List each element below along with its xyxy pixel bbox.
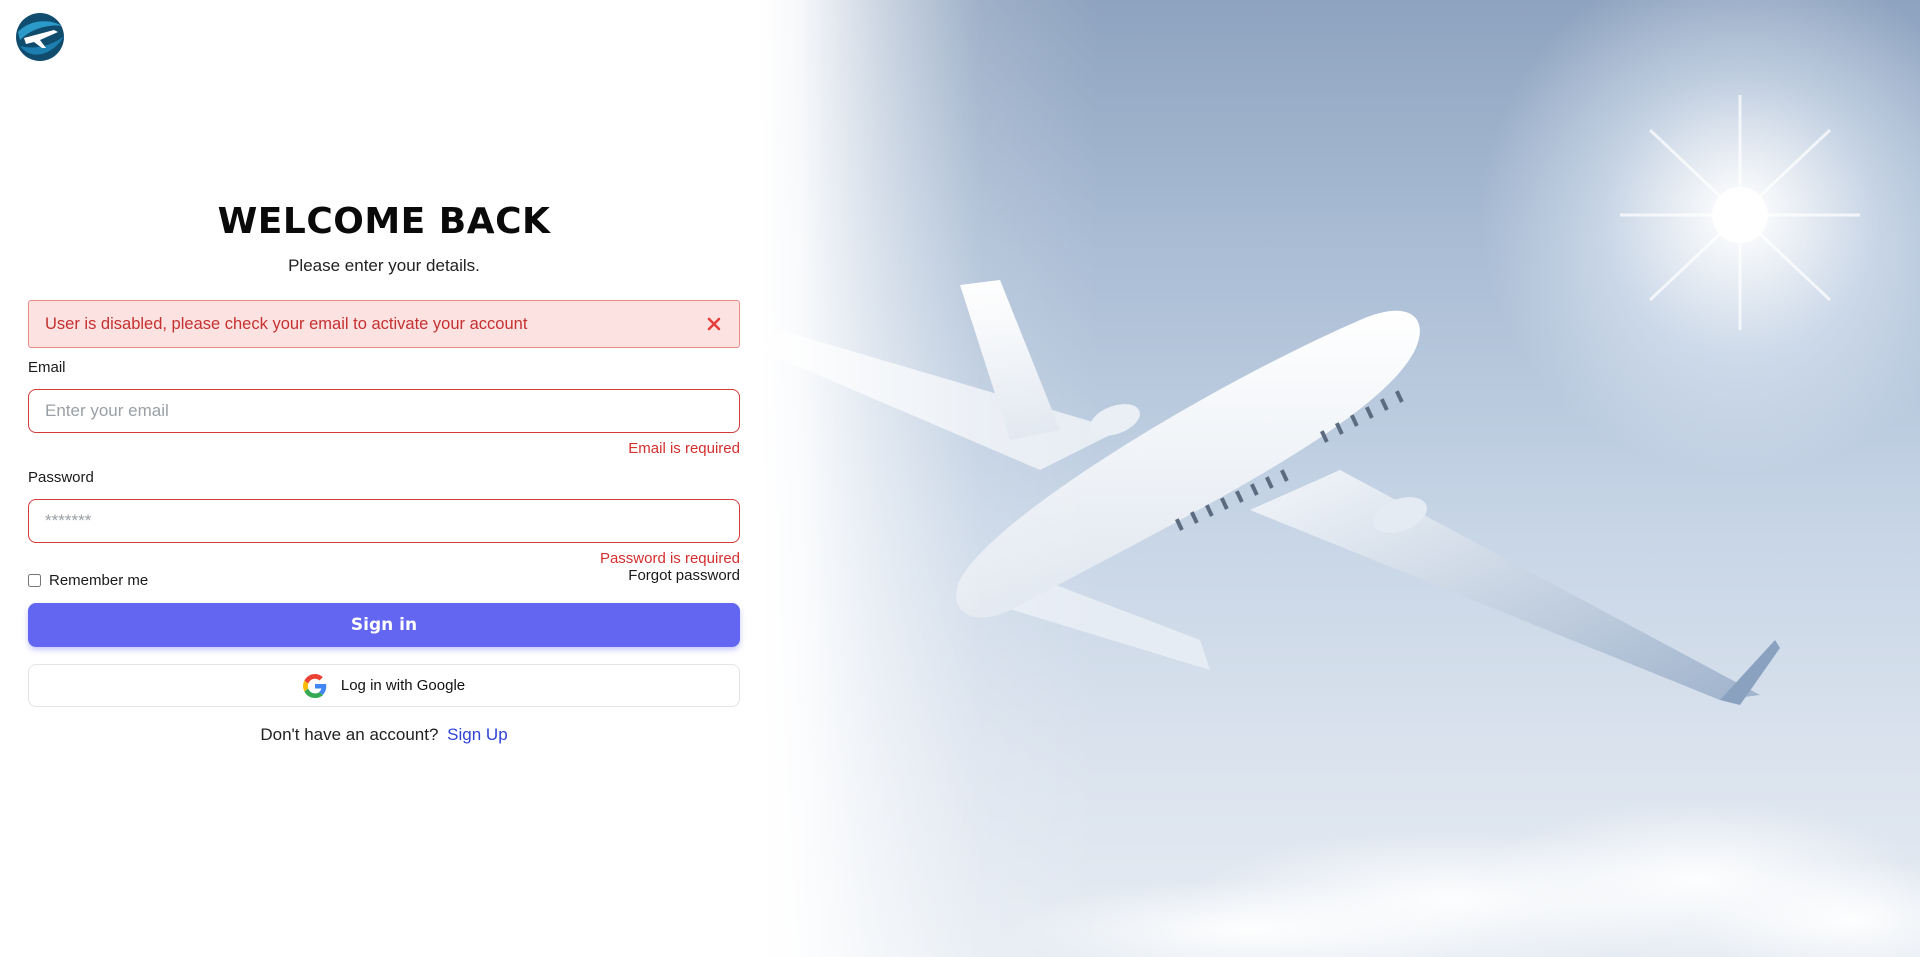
email-label: Email bbox=[28, 359, 66, 376]
email-error: Email is required bbox=[628, 440, 740, 457]
close-icon[interactable] bbox=[705, 315, 723, 333]
login-page: WELCOME BACK Please enter your details. … bbox=[0, 0, 1920, 957]
form-options-row: Remember me Forgot password bbox=[28, 567, 740, 589]
alert-message: User is disabled, please check your emai… bbox=[45, 314, 528, 333]
password-input[interactable] bbox=[28, 499, 740, 543]
sign-in-button[interactable]: Sign in bbox=[28, 603, 740, 647]
forgot-password-link[interactable]: Forgot password bbox=[628, 567, 740, 584]
sign-up-link[interactable]: Sign Up bbox=[447, 725, 507, 744]
remember-me-checkbox[interactable] bbox=[28, 574, 41, 587]
email-input[interactable] bbox=[28, 389, 740, 433]
signup-row: Don't have an account? Sign Up bbox=[28, 725, 740, 745]
page-title: WELCOME BACK bbox=[217, 201, 551, 242]
login-form: WELCOME BACK Please enter your details. … bbox=[28, 196, 740, 745]
remember-me-label: Remember me bbox=[49, 572, 149, 589]
error-alert: User is disabled, please check your emai… bbox=[28, 300, 740, 348]
password-label: Password bbox=[28, 469, 94, 486]
google-login-label: Log in with Google bbox=[340, 677, 466, 694]
airplane-globe-logo[interactable] bbox=[10, 10, 68, 62]
page-subtitle: Please enter your details. bbox=[288, 256, 480, 275]
google-icon bbox=[302, 673, 327, 698]
google-login-button[interactable]: Log in with Google bbox=[28, 664, 740, 707]
signup-prompt: Don't have an account? bbox=[260, 725, 439, 744]
password-error: Password is required bbox=[599, 550, 740, 567]
remember-me[interactable]: Remember me bbox=[28, 572, 148, 589]
